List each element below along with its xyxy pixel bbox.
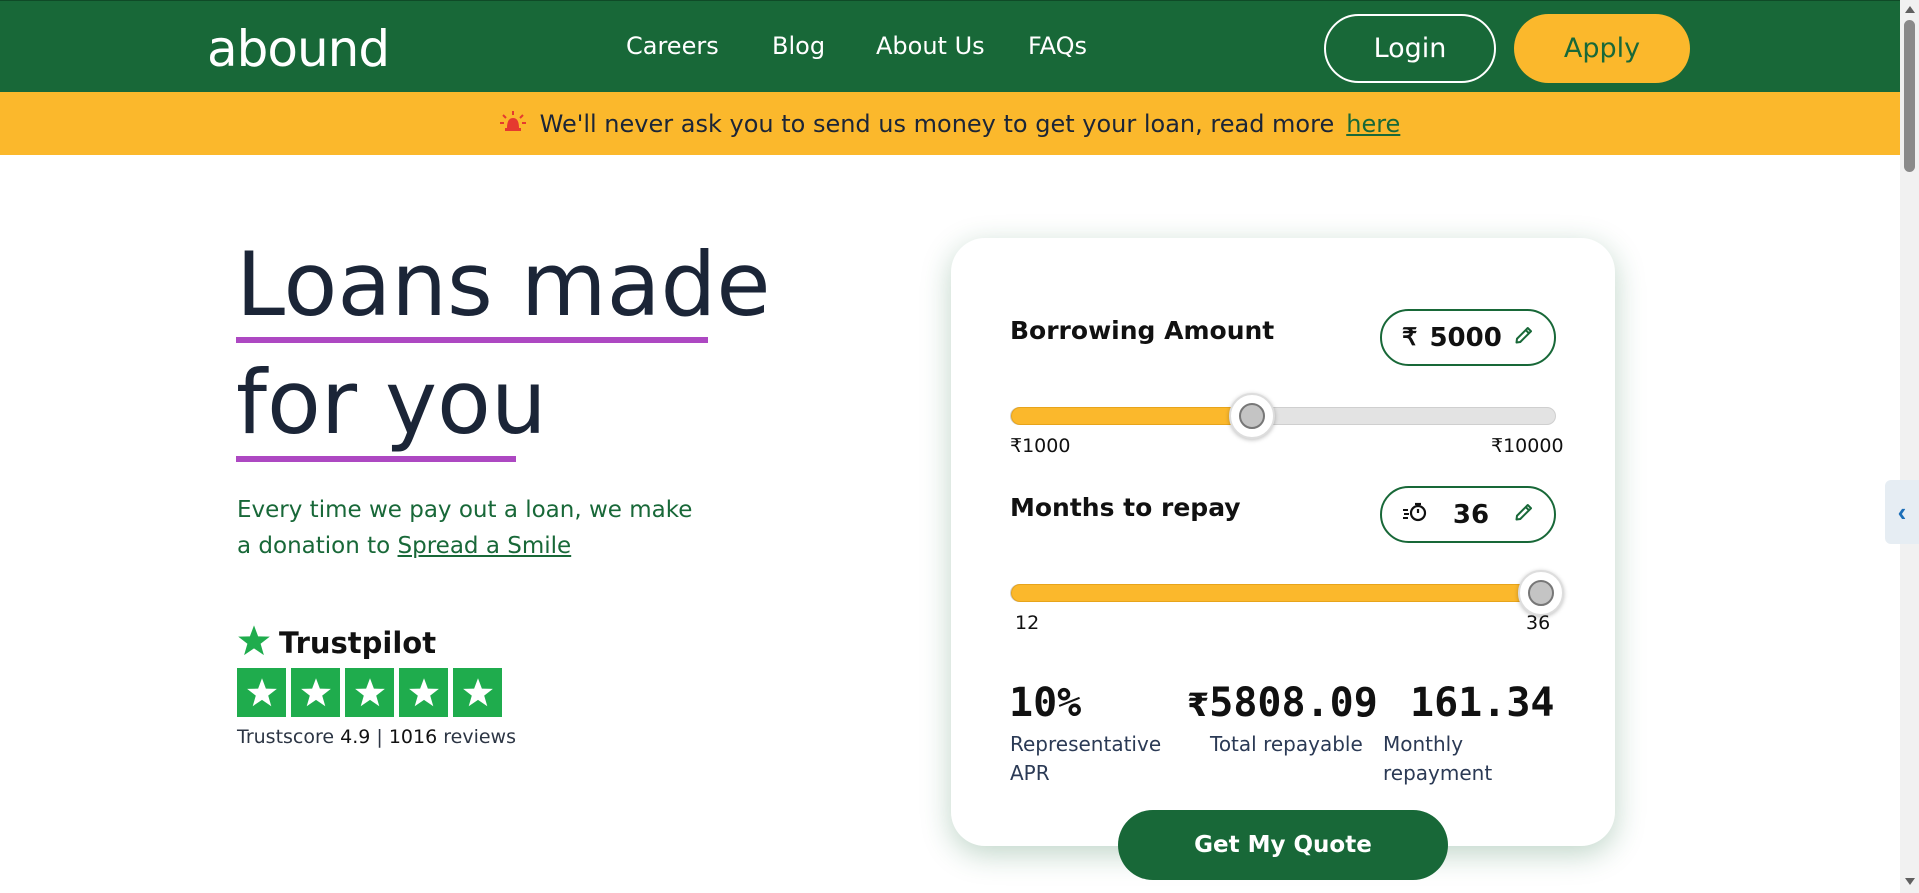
nav-blog[interactable]: Blog (772, 32, 825, 60)
star-icon (408, 678, 439, 707)
months-max-label: 36 (1526, 612, 1551, 634)
borrowing-min-label: ₹1000 (1010, 435, 1071, 457)
page: abound Careers Blog About Us FAQs Login … (0, 0, 1919, 893)
months-to-repay-field[interactable]: 36 (1380, 486, 1556, 543)
warning-banner: We'll never ask you to send us money to … (0, 92, 1900, 155)
trustpilot-star-icon (237, 624, 271, 662)
reviews-label: reviews (443, 726, 516, 748)
apply-button[interactable]: Apply (1514, 14, 1690, 83)
title-underline (236, 337, 708, 343)
borrowing-amount-value[interactable]: 5000 (1429, 323, 1501, 353)
trustscore-value: 4.9 (340, 726, 371, 748)
months-to-repay-label: Months to repay (1010, 493, 1241, 522)
borrowing-amount-field[interactable]: ₹ 5000 (1380, 309, 1556, 366)
site-header: abound Careers Blog About Us FAQs Login … (0, 0, 1900, 92)
borrowing-amount-label: Borrowing Amount (1010, 316, 1275, 345)
total-repayable-label: Total repayable (1210, 732, 1363, 756)
apr-label: Representative APR (1010, 732, 1162, 785)
months-slider-fill (1011, 584, 1557, 602)
nav-faqs[interactable]: FAQs (1028, 32, 1087, 60)
scrollbar-thumb[interactable] (1904, 20, 1915, 172)
abound-logo[interactable]: abound (207, 19, 390, 79)
siren-icon (499, 110, 526, 138)
trustpilot-star-box (291, 668, 340, 717)
star-icon (246, 678, 277, 707)
apr-value: 10% (1009, 680, 1082, 726)
trustpilot-star-box (399, 668, 448, 717)
hero-title-line1: Loans made (236, 233, 771, 336)
chevron-left-icon: ‹ (1897, 496, 1907, 527)
rupee-icon: ₹ (1402, 324, 1418, 351)
months-slider-handle[interactable] (1518, 570, 1564, 616)
login-button[interactable]: Login (1324, 14, 1496, 83)
months-slider-track[interactable] (1010, 584, 1557, 602)
banner-text: We'll never ask you to send us money to … (539, 109, 1335, 138)
get-my-quote-button[interactable]: Get My Quote (1118, 810, 1448, 880)
trustpilot-name[interactable]: Trustpilot (279, 626, 436, 660)
borrowing-amount-slider-track[interactable] (1010, 407, 1556, 425)
donation-text: Every time we pay out a loan, we make a … (237, 492, 707, 564)
side-panel-toggle[interactable]: ‹ (1885, 480, 1919, 544)
score-separator: | (376, 726, 383, 748)
monthly-repayment-label: Monthly repayment (1383, 732, 1493, 785)
rupee-symbol: ₹ (1187, 686, 1210, 724)
trustpilot-star-box (345, 668, 394, 717)
scroll-down-arrow-icon[interactable] (1905, 878, 1915, 885)
total-repayable-value: ₹5808.09 (1187, 680, 1378, 726)
borrowing-amount-slider-fill (1011, 407, 1253, 425)
hero-title-line2: for you (236, 351, 547, 454)
nav-about-us[interactable]: About Us (876, 32, 985, 60)
spread-a-smile-link[interactable]: Spread a Smile (398, 533, 572, 559)
months-min-label: 12 (1015, 612, 1040, 634)
nav-careers[interactable]: Careers (626, 32, 719, 60)
borrowing-amount-slider-handle[interactable] (1229, 393, 1275, 439)
trustscore-label: Trustscore (237, 726, 335, 748)
trustpilot-rating-stars (237, 668, 502, 717)
monthly-repayment-value: 161.34 (1410, 680, 1555, 726)
pencil-icon[interactable] (1514, 325, 1534, 350)
borrowing-max-label: ₹10000 (1491, 435, 1564, 457)
stopwatch-icon (1402, 501, 1428, 528)
title-underline (236, 456, 516, 462)
scroll-up-arrow-icon[interactable] (1905, 6, 1915, 13)
banner-here-link[interactable]: here (1346, 110, 1400, 138)
months-to-repay-value[interactable]: 36 (1453, 500, 1489, 530)
trustpilot-score: Trustscore 4.9 | 1016 reviews (237, 726, 516, 748)
star-icon (354, 678, 385, 707)
trustpilot-star-box (237, 668, 286, 717)
trustpilot-star-box (453, 668, 502, 717)
star-icon (300, 678, 331, 707)
star-icon (462, 678, 493, 707)
reviews-count: 1016 (388, 726, 438, 748)
total-amount: 5808.09 (1209, 680, 1378, 726)
pencil-icon[interactable] (1514, 502, 1534, 527)
